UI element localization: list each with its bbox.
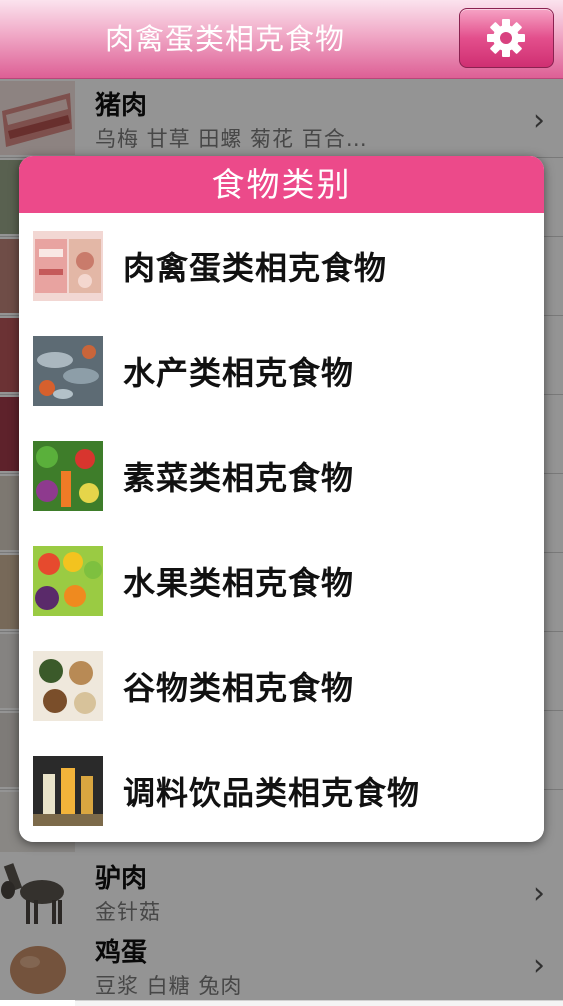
- category-label: 肉禽蛋类相克食物: [123, 249, 388, 287]
- category-vegetables[interactable]: 素菜类相克食物: [19, 423, 544, 529]
- navigation-bar: 肉禽蛋类相克食物: [0, 0, 563, 79]
- page-title: 肉禽蛋类相克食物: [104, 22, 345, 56]
- settings-button[interactable]: [459, 8, 554, 68]
- category-label: 素菜类相克食物: [123, 459, 355, 497]
- fruit-image: [33, 546, 103, 616]
- category-seafood[interactable]: 水产类相克食物: [19, 318, 544, 424]
- seafood-image: [33, 336, 103, 406]
- category-label: 调料饮品类相克食物: [123, 774, 421, 812]
- category-drinks[interactable]: 调料饮品类相克食物: [19, 738, 544, 842]
- category-label: 水产类相克食物: [123, 354, 355, 392]
- category-label: 谷物类相克食物: [123, 669, 355, 707]
- category-grains[interactable]: 谷物类相克食物: [19, 633, 544, 739]
- meat-image: [33, 231, 103, 301]
- category-popup: 食物类别 肉禽蛋类相克食物 水产类相克食物 素菜类相克食物 水果类相克食物 谷物…: [19, 156, 544, 842]
- grains-image: [33, 651, 103, 721]
- vegetables-image: [33, 441, 103, 511]
- category-label: 水果类相克食物: [123, 564, 355, 602]
- category-fruit[interactable]: 水果类相克食物: [19, 528, 544, 634]
- gear-icon: [487, 19, 525, 57]
- category-meat[interactable]: 肉禽蛋类相克食物: [19, 213, 544, 319]
- popup-title: 食物类别: [19, 156, 544, 213]
- drinks-image: [33, 756, 103, 826]
